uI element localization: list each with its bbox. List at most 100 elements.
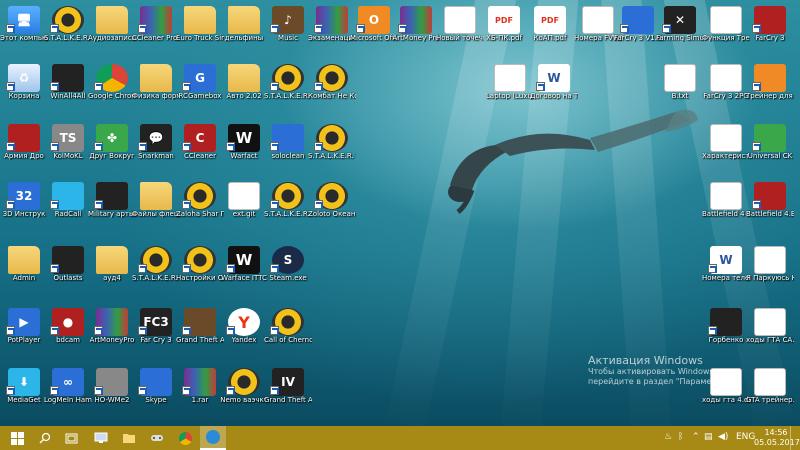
shortcut-arrow-icon — [6, 386, 15, 395]
language-indicator[interactable]: ENG — [736, 432, 755, 442]
desktop-icon[interactable]: Admin — [2, 244, 46, 288]
desktop-icon[interactable]: FarCry 3 2PG — [703, 62, 749, 106]
desktop-icon-label: Договор на Т СДЕ — [530, 92, 578, 100]
shortcut-arrow-icon — [138, 24, 147, 33]
desktop-icon[interactable]: WДоговор на Т СДЕ — [530, 62, 578, 106]
desktop-icon[interactable]: RadCall — [46, 180, 90, 224]
desktop-icon[interactable]: S.T.A.L.K.E.R. Время Альянса — [308, 122, 356, 166]
desktop-icon[interactable]: Nemo ваэчкт — [220, 366, 268, 410]
taskbar-app-skype[interactable] — [200, 426, 226, 450]
desktop-icon-label: RadCall — [54, 210, 82, 218]
desktop-icon[interactable]: S.T.A.L.K.E.R. - Clear Sky — [264, 180, 312, 224]
taskbar-app-game[interactable] — [144, 426, 170, 450]
desktop-icon[interactable]: ходы ГТА СА.txt — [746, 306, 794, 350]
desktop-icon[interactable]: Авто 2.02 — [222, 62, 266, 106]
desktop-icon[interactable]: Battlefield 4 Трейнер.txt — [702, 180, 750, 224]
desktop-icon[interactable]: Физика формулы — [132, 62, 180, 106]
desktop-icon[interactable]: Новый точечный рисунок — [436, 4, 484, 48]
desktop-icon[interactable]: Skype — [134, 366, 178, 410]
desktop-icon[interactable]: Google Chrome — [88, 62, 136, 106]
desktop-icon[interactable]: ♻ Корзина — [2, 62, 46, 106]
desktop-icon[interactable]: Трейнер для FC3 +10 — [746, 62, 794, 106]
desktop-icon[interactable]: Euro Truck Simulator 2 — [176, 4, 224, 48]
desktop-icon[interactable]: G RCGamebox — [178, 62, 222, 106]
desktop-icon[interactable]: ♪ Music — [266, 4, 310, 48]
start-button[interactable] — [2, 426, 32, 450]
show-hidden-icons-icon[interactable]: ⌃ — [692, 432, 700, 442]
desktop-icon[interactable]: S.T.A.L.K.E.R. Call of Pripyat — [264, 62, 312, 106]
desktop-icon[interactable]: ● bdcam — [46, 306, 90, 350]
volume-icon[interactable]: ◀) — [718, 432, 728, 442]
desktop-icon[interactable]: 🖥Этот компьютер — [0, 4, 48, 48]
desktop-icon[interactable]: Я Паркуюсь Как Мудак — [746, 244, 794, 288]
search-icon[interactable] — [32, 426, 58, 450]
desktop-icon[interactable]: C CCleaner — [178, 122, 222, 166]
desktop-icon[interactable]: Настройки ОСБ Excel — [176, 244, 224, 288]
desktop-icon[interactable]: S.T.A.L.K.E.R. World Tour — [44, 4, 92, 48]
desktop-icon[interactable]: Battlefield 4.EXE — [746, 180, 794, 224]
desktop-icon[interactable]: Outlasts — [46, 244, 90, 288]
desktop-icon[interactable]: S.T.A.L.K.E.R. - Shadow — [132, 244, 180, 288]
taskbar-app-network[interactable] — [88, 426, 114, 450]
desktop-icon[interactable]: Файлы флешки — [132, 180, 180, 224]
desktop-icon[interactable]: OMicrosoft Office 2016 — [350, 4, 398, 48]
desktop-icon[interactable]: PDF ХБ-ПК.pdf — [482, 4, 526, 48]
desktop-icon[interactable]: Горбенко — [704, 306, 748, 350]
desktop-icon[interactable]: FarCry 3 — [748, 4, 792, 48]
desktop-icon[interactable]: Аудиозаписи Владислав — [88, 4, 136, 48]
desktop-icon[interactable]: ∞LogMeIn Hamachi — [44, 366, 92, 410]
desktop-icon[interactable]: B.txt — [658, 62, 702, 106]
desktop-icon[interactable]: Zoloto Океан 2 — [308, 180, 356, 224]
desktop-icon[interactable]: Call of Chernobyl — [264, 306, 312, 350]
desktop-icon[interactable]: CCleaner Pro Коллекция — [132, 4, 180, 48]
steam-tray-icon[interactable]: ♨ — [664, 432, 672, 442]
desktop-icon[interactable]: Y Yandex — [222, 306, 266, 350]
desktop-icon[interactable]: Экзаменационные билеты ПДД — [308, 4, 356, 48]
desktop-icon[interactable]: TS KolMoKL — [46, 122, 90, 166]
desktop-icon[interactable]: IVGrand Theft Auto IV — [264, 366, 312, 410]
desktop-icon[interactable]: ⬇ MediaGet — [2, 366, 46, 410]
desktop-icon[interactable]: Характеристики оружий.txt — [702, 122, 750, 166]
desktop-icon[interactable]: дельфины — [222, 4, 266, 48]
desktop-icon[interactable]: WinAll4All — [46, 62, 90, 106]
desktop-icon[interactable]: HO-WMe2 — [90, 366, 134, 410]
taskbar-app-chrome[interactable] — [172, 426, 198, 450]
desktop-icon[interactable]: ArtMoney Pro — [393, 4, 439, 48]
desktop-icon[interactable]: Grand Theft Auto San — [176, 306, 224, 350]
desktop-icon[interactable]: Zaloha Shar Переписка — [176, 180, 224, 224]
doc-icon — [710, 124, 742, 152]
desktop-icon[interactable]: ✕Farming Simulator 2017 — [656, 4, 704, 48]
notification-center-icon[interactable] — [790, 426, 800, 450]
desktop-icon[interactable]: Universal CK — [748, 122, 792, 166]
desktop-icon[interactable]: Laptop (Luxury) Б — [486, 62, 534, 106]
desktop-icon[interactable]: ауд4 — [90, 244, 134, 288]
desktop-icon[interactable]: soloclean — [266, 122, 310, 166]
desktop-icon[interactable]: Функция Трейнер — [702, 4, 750, 48]
desktop-icon[interactable]: Комбат Не Колхоз — [308, 62, 356, 106]
desktop-icon-label: Call of Chernobyl — [264, 336, 312, 344]
desktop-wallpaper[interactable]: 🖥Этот компьютерS.T.A.L.K.E.R. World Tour… — [0, 0, 800, 426]
desktop-icon[interactable]: FarCry 3 V1.05 DLC — [614, 4, 662, 48]
desktop-icon[interactable]: ext.git — [222, 180, 266, 224]
desktop-icon[interactable]: W Warface ITTC — [221, 244, 267, 288]
desktop-icon[interactable]: PDF КоАП.pdf — [528, 4, 572, 48]
desktop-icon[interactable]: ✤ Друг Вокруг — [89, 122, 135, 166]
shortcut-arrow-icon — [270, 264, 279, 273]
folder-icon — [184, 6, 216, 34]
desktop-icon-label: КоАП.pdf — [533, 34, 567, 42]
desktop-icon[interactable]: WНомера телефонов — [702, 244, 750, 288]
bluetooth-tray-icon[interactable]: ᛒ — [678, 432, 683, 442]
desktop-icon[interactable]: Армия Дро — [2, 122, 46, 166]
desktop-icon[interactable]: ArtMoneyPro — [90, 306, 134, 350]
taskbar-app-explorer[interactable] — [116, 426, 142, 450]
desktop-icon[interactable]: FC3 Far Cry 3 — [134, 306, 178, 350]
desktop-icon[interactable]: S Steam.exe — [266, 244, 310, 288]
desktop-icon[interactable]: 💬 Snarkman — [134, 122, 178, 166]
desktop-icon[interactable]: 32 3D Инструк — [2, 180, 46, 224]
desktop-icon[interactable]: W Warfact — [222, 122, 266, 166]
network-icon[interactable]: ▤ — [704, 432, 713, 442]
task-view-icon[interactable] — [58, 426, 84, 450]
desktop-icon[interactable]: 1.rar — [178, 366, 222, 410]
desktop-icon[interactable]: Military артых — [88, 180, 136, 224]
desktop-icon[interactable]: ▶ PotPlayer — [2, 306, 46, 350]
